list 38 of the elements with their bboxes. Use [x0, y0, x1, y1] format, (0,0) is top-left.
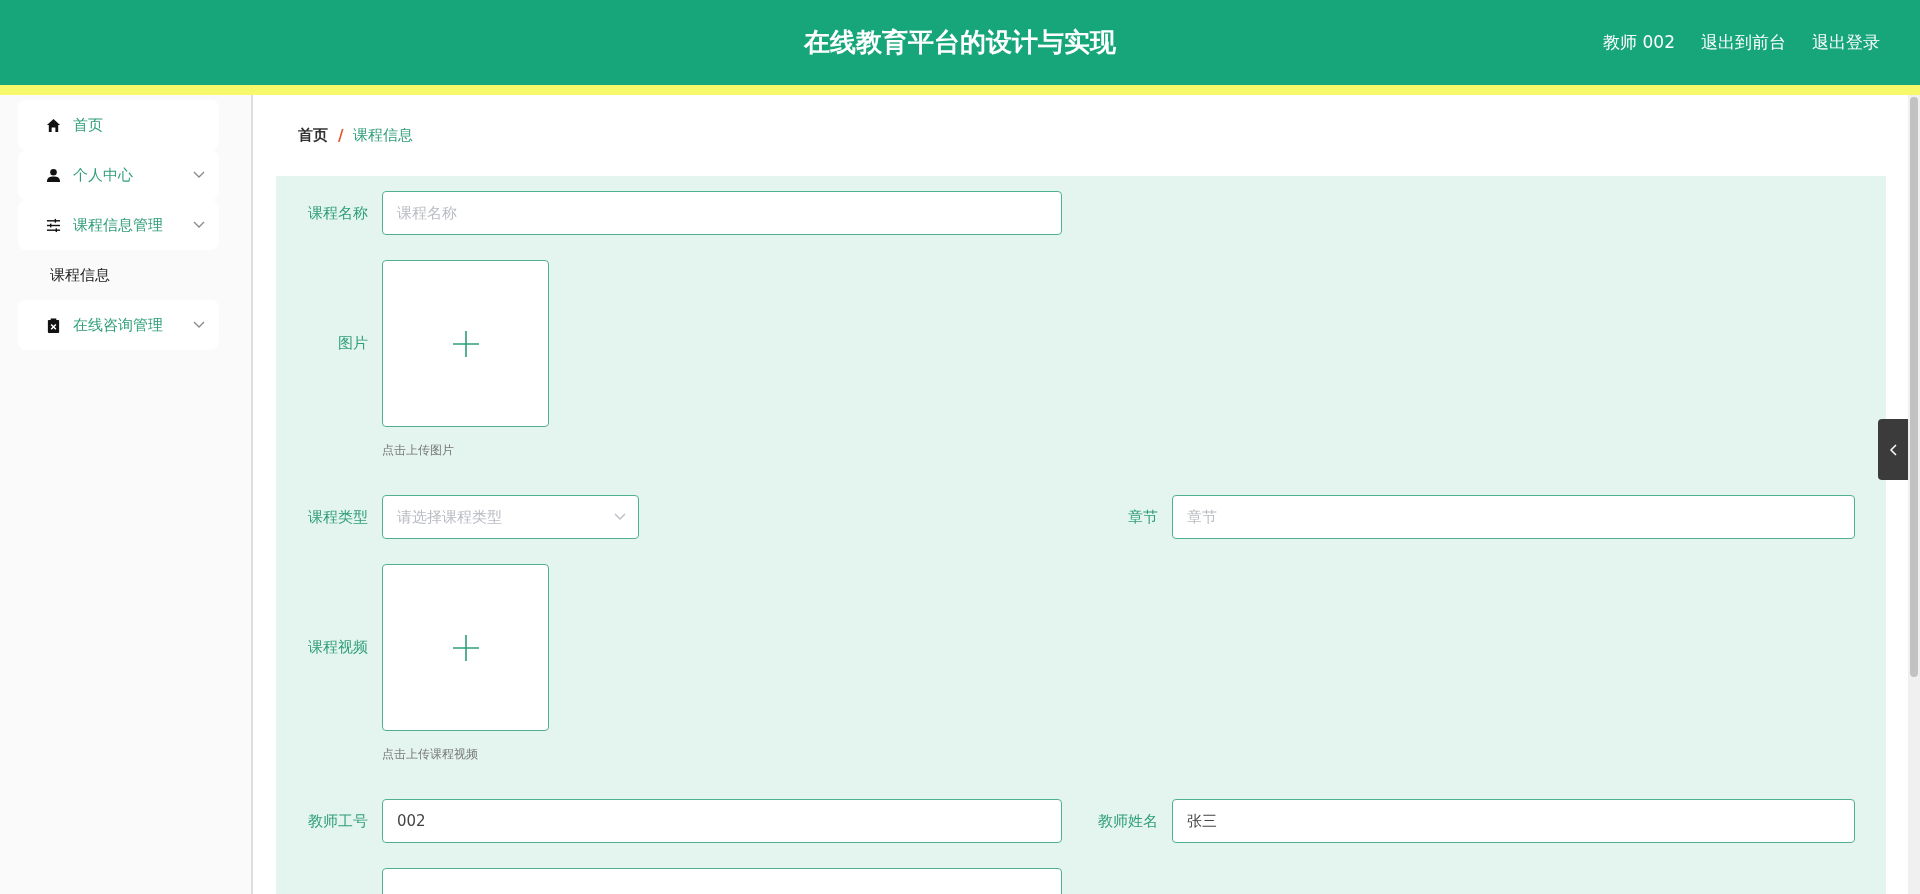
upload-hint: 点击上传图片	[382, 442, 455, 459]
upload-box[interactable]	[382, 564, 549, 731]
user-name: 教师 002	[1603, 31, 1675, 54]
field-label: 课程视频	[308, 638, 368, 656]
upload-box[interactable]	[382, 260, 549, 427]
user-icon	[46, 167, 61, 183]
menu-item[interactable]: 在线咨询管理	[18, 300, 219, 350]
menu-item[interactable]: 个人中心	[18, 150, 219, 200]
home-icon	[46, 117, 61, 133]
text-input[interactable]: 章节	[1172, 495, 1855, 539]
breadcrumb-item: 课程信息	[353, 126, 414, 145]
chevron-left-icon	[1889, 443, 1897, 456]
sliders-icon	[46, 217, 61, 233]
site-title: 在线教育平台的设计与实现	[804, 26, 1116, 59]
upload-hint: 点击上传课程视频	[382, 746, 479, 763]
menu-item[interactable]: 课程信息管理	[18, 200, 219, 250]
breadcrumb-item[interactable]: 首页	[298, 126, 328, 145]
scrollbar[interactable]	[1908, 95, 1920, 894]
text-input[interactable]: 课程名称	[382, 191, 1062, 235]
field-label: 课程名称	[308, 204, 368, 222]
text-input[interactable]: 张三	[1172, 799, 1855, 843]
clipboard-icon	[46, 317, 61, 333]
chevron-down-icon	[614, 513, 626, 521]
side-tab-button[interactable]	[1878, 419, 1908, 480]
field-label: 教师工号	[308, 812, 368, 830]
field-label: 教师姓名	[1098, 812, 1158, 830]
field-label: 课程类型	[308, 508, 368, 526]
plus-icon	[452, 330, 479, 357]
header-link[interactable]: 退出登录	[1812, 31, 1880, 54]
text-input[interactable]: 002	[382, 799, 1062, 843]
menu-item[interactable]: 首页	[18, 100, 219, 150]
breadcrumb-separator: /	[338, 126, 344, 145]
header-link[interactable]: 退出到前台	[1701, 31, 1786, 54]
submenu-item[interactable]: 课程信息	[50, 265, 110, 285]
plus-icon	[452, 634, 479, 661]
select-field[interactable]: 请选择课程类型	[382, 495, 639, 539]
field-label: 章节	[1128, 508, 1158, 526]
field-label: 图片	[338, 334, 368, 352]
